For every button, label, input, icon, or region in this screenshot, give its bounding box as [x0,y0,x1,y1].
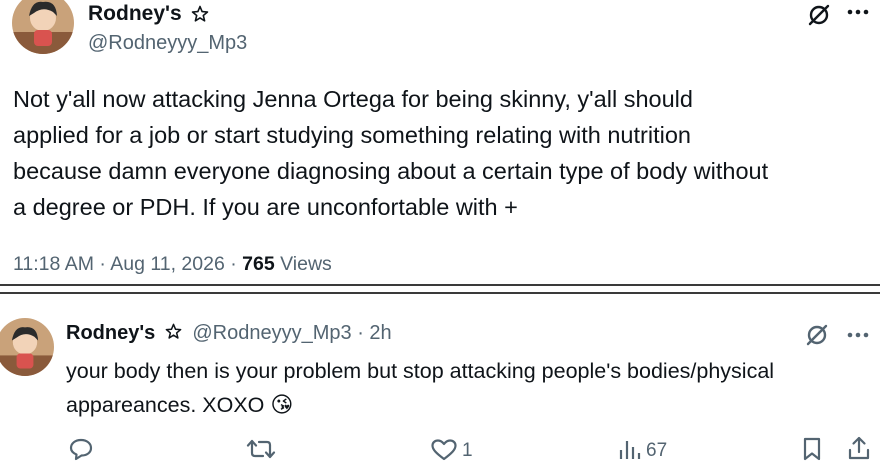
reply-text-line: appareances. XOXO [66,393,265,417]
reply-icon[interactable] [68,437,94,461]
reply-header: Rodney's @Rodneyyy_Mp3 · 2h [66,322,392,345]
grok-icon[interactable] [804,322,830,348]
avatar[interactable] [0,318,54,376]
like-icon[interactable] [430,438,458,462]
divider [0,292,880,294]
tweet-text-line: Not y'all now attacking Jenna Ortega for… [13,86,693,112]
views-count: 67 [646,440,668,461]
author-handle[interactable]: @Rodneyyy_Mp3 [88,32,247,55]
tweet-date[interactable]: Aug 11, 2026 [110,253,225,275]
reply-text-line: your body then is your problem but stop … [66,359,775,383]
kiss-emoji: 😘 [270,392,294,417]
tweet-meta: 11:18 AM · Aug 11, 2026 · 765 Views [13,253,332,276]
like-count: 1 [462,440,473,461]
meta-separator: · [357,322,364,344]
tweet-text: Not y'all now attacking Jenna Ortega for… [13,81,878,225]
star-badge-icon [190,4,210,24]
author-name[interactable]: Rodney's [66,322,155,344]
author-name[interactable]: Rodney's [88,2,182,26]
share-icon[interactable] [846,435,872,461]
more-icon[interactable] [846,8,870,16]
views-count: 765 [242,253,275,275]
reply-text: your body then is your problem but stop … [66,355,878,422]
more-icon[interactable] [846,331,870,339]
views-label: Views [280,253,332,275]
avatar[interactable] [12,0,74,54]
reply-age[interactable]: 2h [369,322,391,344]
grok-icon[interactable] [806,2,832,28]
tweet-text-line: a degree or PDH. If you are unconfortabl… [13,194,518,220]
bookmark-icon[interactable] [802,436,822,462]
tweet-text-line: because damn everyone diagnosing about a… [13,158,769,184]
views-icon[interactable] [618,438,642,460]
divider [0,284,880,286]
retweet-icon[interactable] [246,438,276,460]
meta-separator: · [99,253,106,275]
tweet-text-line: applied for a job or start studying some… [13,122,691,148]
star-badge-icon [164,322,183,341]
meta-separator: · [230,253,237,275]
author-handle[interactable]: @Rodneyyy_Mp3 [192,322,351,344]
tweet-time[interactable]: 11:18 AM [13,253,94,275]
